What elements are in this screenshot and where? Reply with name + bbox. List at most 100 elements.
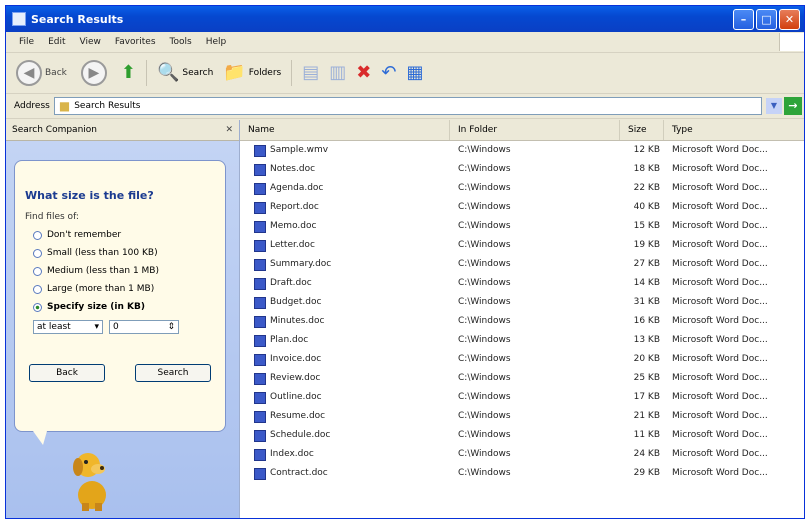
address-dropdown[interactable]: ▼ xyxy=(766,98,782,114)
forward-button[interactable]: ▶ xyxy=(80,60,107,86)
table-row[interactable]: Report.doc C:\Windows 40 KB Microsoft Word … xyxy=(240,198,804,217)
table-row[interactable]: Agenda.doc C:\Windows 22 KB Microsoft Word … xyxy=(240,179,804,198)
size-option-specify[interactable]: Specify size (in KB) xyxy=(33,300,225,314)
close-button[interactable]: ✕ xyxy=(779,8,800,30)
file-name-cell: Summary.doc xyxy=(240,255,450,274)
table-row[interactable]: Resume.doc C:\Windows 21 KB Microsoft Word … xyxy=(240,407,804,426)
table-row[interactable]: Draft.doc C:\Windows 14 KB Microsoft Word D… xyxy=(240,274,804,293)
file-name-cell: Schedule.doc xyxy=(240,426,450,445)
file-size: 12 KB xyxy=(633,145,660,155)
file-name-cell: Outline.doc xyxy=(240,388,450,407)
file-name-cell: Budget.doc xyxy=(240,293,450,312)
table-row[interactable]: Outline.doc C:\Windows 17 KB Microsoft Word… xyxy=(240,388,804,407)
views-button[interactable]: ▦ xyxy=(406,63,423,83)
file-type: Microsoft Word Doc... xyxy=(672,240,768,250)
menu-help[interactable]: Help xyxy=(199,37,234,47)
menu-favorites[interactable]: Favorites xyxy=(108,37,163,47)
address-input[interactable]: ■ Search Results xyxy=(53,97,762,115)
table-row[interactable]: Sample.wmv C:\Windows 12 KB Microsoft Word … xyxy=(240,141,804,160)
file-name: Plan.doc xyxy=(270,335,309,345)
table-row[interactable]: Notes.doc C:\Windows 18 KB Microsoft Word D… xyxy=(240,160,804,179)
table-row[interactable]: Letter.doc C:\Windows 19 KB Microsoft Word … xyxy=(240,236,804,255)
table-row[interactable]: Contract.doc C:\Windows 29 KB Microsoft Wor… xyxy=(240,464,804,483)
undo-button[interactable]: ↶ xyxy=(381,63,396,83)
file-type: Microsoft Word Doc... xyxy=(672,145,768,155)
menu-view[interactable]: View xyxy=(73,37,108,47)
file-name: Budget.doc xyxy=(270,297,322,307)
file-size: 16 KB xyxy=(633,316,660,326)
file-folder: C:\Windows xyxy=(458,411,511,421)
file-folder: C:\Windows xyxy=(458,373,511,383)
file-type: Microsoft Word Doc... xyxy=(672,468,768,478)
search-dog-icon[interactable] xyxy=(66,445,118,511)
search-balloon: What size is the file? Find files of: Do… xyxy=(14,160,226,445)
folders-button[interactable]: 📁 Folders xyxy=(223,63,281,83)
file-name: Agenda.doc xyxy=(270,183,324,193)
file-icon xyxy=(254,429,266,442)
file-name-cell: Report.doc xyxy=(240,198,450,217)
column-type[interactable]: Type xyxy=(664,120,804,140)
copy-to-button[interactable]: ▥ xyxy=(329,63,346,83)
move-to-icon: ▤ xyxy=(302,62,320,83)
column-size[interactable]: Size xyxy=(620,120,664,140)
menu-file[interactable]: File xyxy=(12,37,41,47)
table-row[interactable]: Budget.doc C:\Windows 31 KB Microsoft Word … xyxy=(240,293,804,312)
file-name: Review.doc xyxy=(270,373,321,383)
table-row[interactable]: Plan.doc C:\Windows 13 KB Microsoft Word Do… xyxy=(240,331,804,350)
size-value-stepper[interactable]: 0 ⇕ xyxy=(109,320,179,334)
size-option-medium[interactable]: Medium (less than 1 MB) xyxy=(33,264,225,278)
file-name: Report.doc xyxy=(270,202,319,212)
size-subquestion: Find files of: xyxy=(25,212,79,222)
size-mode-select[interactable]: at least ▾ xyxy=(33,320,103,334)
file-name: Schedule.doc xyxy=(270,430,331,440)
size-question: What size is the file? xyxy=(25,189,154,202)
file-name: Resume.doc xyxy=(270,411,326,421)
table-row[interactable]: Index.doc C:\Windows 24 KB Microsoft Word D… xyxy=(240,445,804,464)
file-folder: C:\Windows xyxy=(458,202,511,212)
file-name-cell: Memo.doc xyxy=(240,217,450,236)
file-name: Index.doc xyxy=(270,449,314,459)
file-name: Outline.doc xyxy=(270,392,322,402)
file-size: 19 KB xyxy=(633,240,660,250)
content-area: Search Companion ✕ What size is the file… xyxy=(6,120,804,518)
close-pane-icon[interactable]: ✕ xyxy=(225,125,233,135)
back-button[interactable]: ◀ Back xyxy=(16,60,67,86)
file-size: 24 KB xyxy=(633,449,660,459)
explorer-window: Search Results – □ ✕ File Edit View Favo… xyxy=(5,5,805,519)
minimize-button[interactable]: – xyxy=(733,8,754,30)
column-in-folder[interactable]: In Folder xyxy=(450,120,620,140)
file-folder: C:\Windows xyxy=(458,278,511,288)
back-step-button[interactable]: Back xyxy=(29,364,105,382)
search-submit-button[interactable]: Search xyxy=(135,364,211,382)
file-type: Microsoft Word Doc... xyxy=(672,278,768,288)
file-type: Microsoft Word Doc... xyxy=(672,430,768,440)
table-row[interactable]: Summary.doc C:\Windows 27 KB Microsoft Word… xyxy=(240,255,804,274)
folders-icon: 📁 xyxy=(223,62,246,83)
table-row[interactable]: Minutes.doc C:\Windows 16 KB Microsoft Word… xyxy=(240,312,804,331)
file-type: Microsoft Word Doc... xyxy=(672,164,768,174)
file-name: Memo.doc xyxy=(270,221,317,231)
size-option-large[interactable]: Large (more than 1 MB) xyxy=(33,282,225,296)
file-icon xyxy=(254,163,266,176)
search-button[interactable]: 🔍 Search xyxy=(157,63,213,83)
maximize-button[interactable]: □ xyxy=(756,8,777,30)
delete-button[interactable]: ✖ xyxy=(356,63,371,83)
file-name: Summary.doc xyxy=(270,259,332,269)
up-button[interactable]: ⬆ xyxy=(121,63,136,83)
move-to-button[interactable]: ▤ xyxy=(302,63,319,83)
go-button[interactable]: → xyxy=(784,97,802,115)
table-row[interactable]: Review.doc C:\Windows 25 KB Microsoft Word … xyxy=(240,369,804,388)
table-row[interactable]: Invoice.doc C:\Windows 20 KB Microsoft Word… xyxy=(240,350,804,369)
file-icon xyxy=(254,448,266,461)
size-option-dont-remember[interactable]: Don't remember xyxy=(33,228,225,242)
file-folder: C:\Windows xyxy=(458,164,511,174)
file-name: Sample.wmv xyxy=(270,145,329,155)
chevron-down-icon: ▾ xyxy=(94,322,99,332)
menu-tools[interactable]: Tools xyxy=(163,37,199,47)
table-row[interactable]: Memo.doc C:\Windows 15 KB Microsoft Word Do… xyxy=(240,217,804,236)
size-option-small[interactable]: Small (less than 100 KB) xyxy=(33,246,225,260)
option-label: Small (less than 100 KB) xyxy=(47,248,158,258)
table-row[interactable]: Schedule.doc C:\Windows 11 KB Microsoft Wor… xyxy=(240,426,804,445)
column-name[interactable]: Name xyxy=(240,120,450,140)
menu-edit[interactable]: Edit xyxy=(41,37,72,47)
